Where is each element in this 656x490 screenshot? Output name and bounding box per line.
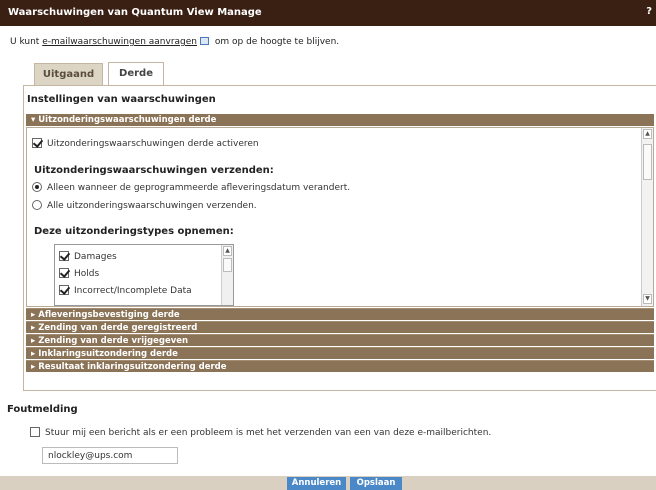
accordion-header-label: Resultaat inklaringsuitzondering derde [38,362,227,372]
scroll-up-icon[interactable]: ▲ [223,246,232,256]
accordion-header-zending-geregistreerd[interactable]: ▸ Zending van derde geregistreerd [26,321,654,333]
send-heading: Uitzonderingswaarschuwingen verzenden: [34,165,274,176]
triangle-down-icon: ▾ [31,115,36,125]
radio-button[interactable] [32,182,42,192]
scroll-up-icon[interactable]: ▲ [643,129,652,139]
radio-label: Alle uitzonderingswaarschuwingen verzend… [47,201,257,211]
exception-type-incorrect-data[interactable]: Incorrect/Incomplete Data [59,285,192,296]
exception-types-list[interactable]: Damages Holds Incorrect/Incomplete Data … [54,244,234,306]
list-scrollbar[interactable]: ▲ [221,245,233,305]
radio-option-changed-date[interactable]: Alleen wanneer de geprogrammeerde afleve… [32,182,350,193]
exception-type-holds[interactable]: Holds [59,268,99,279]
radio-label: Alleen wanneer de geprogrammeerde afleve… [47,183,351,193]
tab-uitgaand[interactable]: Uitgaand [34,63,103,86]
exception-type-damages[interactable]: Damages [59,251,117,262]
accordion-header-inklaringsuitzondering[interactable]: ▸ Inklaringsuitzondering derde [26,347,654,359]
radio-option-all-alerts[interactable]: Alle uitzonderingswaarschuwingen verzend… [32,200,257,211]
triangle-right-icon: ▸ [31,336,36,346]
activate-label: Uitzonderingswaarschuwingen derde active… [47,139,259,149]
exception-label: Holds [74,269,100,279]
triangle-right-icon: ▸ [31,349,36,359]
accordion-header-afleveringsbevestiging[interactable]: ▸ Afleveringsbevestiging derde [26,308,654,320]
scroll-thumb[interactable] [223,258,232,272]
request-alerts-link[interactable]: e-mailwaarschuwingen aanvragen [42,37,197,47]
save-button[interactable]: Opslaan [350,477,402,490]
accordion-header-resultaat-inklaringsuitzondering[interactable]: ▸ Resultaat inklaringsuitzondering derde [26,360,654,372]
section-scrollbar[interactable]: ▲ ▼ [641,128,653,306]
accordion-header-uitzonderingswaarschuwingen-derde[interactable]: ▾ Uitzonderingswaarschuwingen derde [26,114,654,126]
error-notify-row[interactable]: Stuur mij een bericht als er een problee… [30,427,491,438]
exception-checkbox[interactable] [59,251,69,261]
cancel-button[interactable]: Annuleren [287,477,346,490]
intro-suffix: om op de hoogte te blijven. [212,37,340,47]
triangle-right-icon: ▸ [31,310,36,320]
exception-checkbox[interactable] [59,285,69,295]
exception-checkbox[interactable] [59,268,69,278]
accordion-header-label: Zending van derde geregistreerd [38,323,198,333]
error-section-title: Foutmelding [7,404,78,415]
accordion-header-label: Inklaringsuitzondering derde [38,349,178,359]
tab-derde[interactable]: Derde [108,62,164,86]
activate-row[interactable]: Uitzonderingswaarschuwingen derde active… [32,138,259,149]
divider [23,390,656,391]
scroll-down-icon[interactable]: ▼ [643,294,652,304]
exception-label: Incorrect/Incomplete Data [74,286,192,296]
exception-label: Damages [74,252,117,262]
email-field[interactable] [42,447,178,464]
accordion-header-zending-vrijgegeven[interactable]: ▸ Zending van derde vrijgegeven [26,334,654,346]
window-title: Waarschuwingen van Quantum View Manage [8,7,262,18]
intro-prefix: U kunt [10,37,43,47]
accordion-header-label: Afleveringsbevestiging derde [38,310,180,320]
error-notify-checkbox[interactable] [30,427,40,437]
types-heading: Deze uitzonderingstypes opnemen: [34,226,234,237]
accordion-header-label: Uitzonderingswaarschuwingen derde [38,115,217,125]
accordion-body: Uitzonderingswaarschuwingen derde active… [26,127,654,307]
activate-checkbox[interactable] [32,138,42,148]
email-icon[interactable] [200,37,210,45]
triangle-right-icon: ▸ [31,362,36,372]
radio-button[interactable] [32,200,42,210]
help-button[interactable]: ? [646,6,652,17]
scroll-thumb[interactable] [643,144,652,180]
accordion-header-label: Zending van derde vrijgegeven [38,336,189,346]
triangle-right-icon: ▸ [31,323,36,333]
error-notify-label: Stuur mij een bericht als er een problee… [45,428,492,438]
settings-title: Instellingen van waarschuwingen [27,94,216,105]
title-bar: Waarschuwingen van Quantum View Manage ? [0,0,656,26]
intro-text: U kunt e-mailwaarschuwingen aanvragen om… [10,37,339,47]
